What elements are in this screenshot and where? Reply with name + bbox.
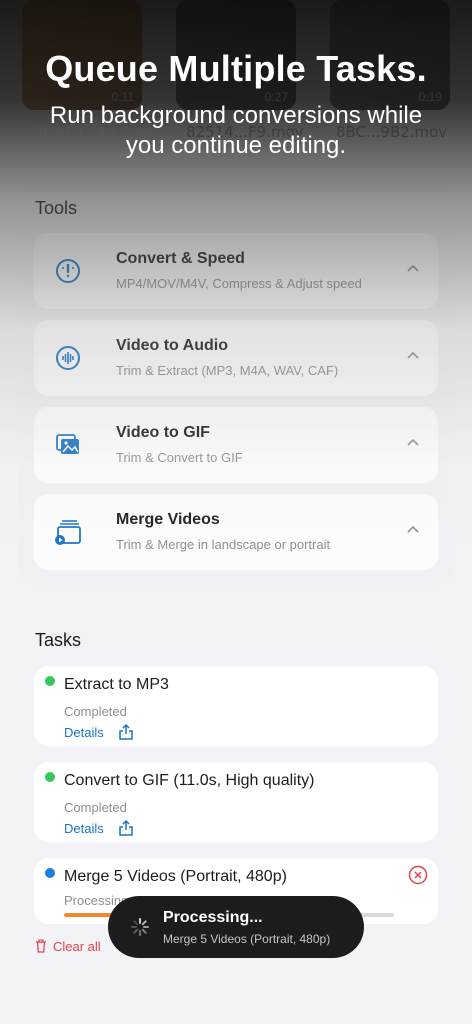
app-screen: 0:11 0:27 0:19 0D619...49.mov 82514...F9… — [0, 0, 472, 1024]
tool-merge-videos[interactable]: Merge Videos Trim & Merge in landscape o… — [34, 494, 438, 570]
chevron-up-icon — [407, 438, 419, 446]
details-link[interactable]: Details — [64, 821, 104, 836]
tools-section: Tools Convert & Speed MP4/MOV/M4V, Compr… — [18, 180, 455, 585]
cancel-icon[interactable] — [408, 865, 428, 885]
stack-play-icon — [55, 520, 81, 545]
trash-icon — [36, 939, 46, 953]
tool-description: MP4/MOV/M4V, Compress & Adjust speed — [116, 276, 362, 291]
tool-video-to-audio[interactable]: Video to Audio Trim & Extract (MP3, M4A,… — [34, 320, 438, 396]
chevron-up-icon — [407, 264, 419, 272]
tool-description: Trim & Extract (MP3, M4A, WAV, CAF) — [116, 363, 339, 378]
task-status: Completed — [64, 800, 127, 815]
tools-title: Tools — [35, 198, 78, 218]
task-item[interactable]: Convert to GIF (11.0s, High quality) Com… — [34, 762, 438, 842]
task-name: Extract to MP3 — [64, 676, 169, 693]
speedometer-icon — [56, 259, 80, 283]
share-icon[interactable] — [118, 723, 134, 741]
tool-description: Trim & Convert to GIF — [116, 450, 243, 465]
tool-description: Trim & Merge in landscape or portrait — [116, 537, 331, 552]
toast-subtitle: Merge 5 Videos (Portrait, 480p) — [163, 932, 331, 946]
tool-convert-speed[interactable]: Convert & Speed MP4/MOV/M4V, Compress & … — [34, 233, 438, 309]
promo-headline: Queue Multiple Tasks. — [45, 48, 427, 89]
tasks-title: Tasks — [35, 630, 82, 650]
clear-all-button[interactable]: Clear all — [35, 939, 101, 954]
tool-name: Convert & Speed — [116, 250, 245, 267]
status-dot — [45, 676, 55, 686]
spinner-icon — [131, 918, 149, 936]
tool-video-to-gif[interactable]: Video to GIF Trim & Convert to GIF — [34, 407, 438, 483]
status-dot — [45, 868, 55, 878]
clear-all-label: Clear all — [53, 939, 101, 954]
chevron-up-icon — [407, 525, 419, 533]
photos-icon — [56, 434, 79, 454]
task-status: Completed — [64, 704, 127, 719]
details-link[interactable]: Details — [64, 725, 104, 740]
task-item[interactable]: Extract to MP3 Completed Details — [34, 666, 438, 746]
task-name: Merge 5 Videos (Portrait, 480p) — [64, 868, 287, 885]
toast-title: Processing... — [163, 909, 263, 926]
tool-name: Merge Videos — [116, 511, 220, 528]
task-name: Convert to GIF (11.0s, High quality) — [64, 772, 315, 789]
share-icon[interactable] — [118, 819, 134, 837]
status-dot — [45, 772, 55, 782]
promo-subline: Run background conversions while you con… — [49, 102, 423, 159]
chevron-up-icon — [407, 351, 419, 359]
tool-name: Video to GIF — [116, 424, 210, 441]
waveform-icon — [56, 346, 80, 370]
tool-name: Video to Audio — [116, 337, 228, 354]
processing-toast: Processing... Merge 5 Videos (Portrait, … — [108, 896, 364, 958]
